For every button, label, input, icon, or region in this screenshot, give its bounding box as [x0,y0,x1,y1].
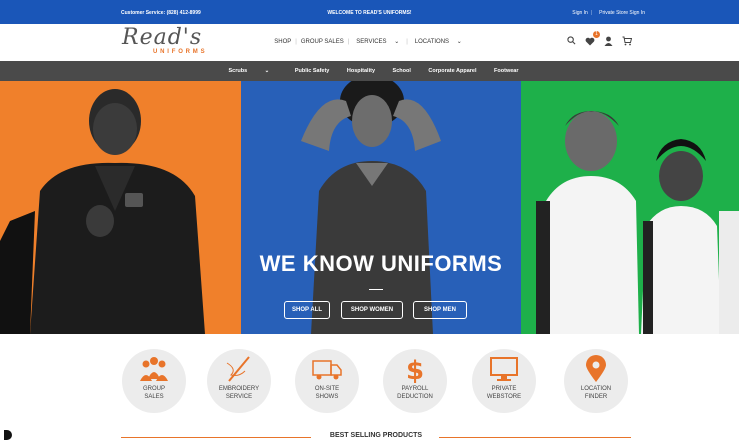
service-line-1: EMBROIDERY [218,386,260,392]
police-officer-image [0,89,205,334]
hero-panel-public-safety [0,81,241,334]
header-icons: 1 [567,31,667,49]
cat-footwear[interactable]: Footwear [494,68,518,74]
shop-men-button[interactable]: SHOP MEN [413,301,467,319]
account-links: Sign In | Private Store Sign In [569,10,645,16]
service-line-1: ON-SITE [314,386,340,392]
service-label: PAYROLL DEDUCTION [383,385,447,401]
service-group-sales[interactable]: GROUP SALES [122,349,186,413]
search-icon[interactable] [567,36,576,45]
account-icon[interactable] [604,36,613,46]
service-line-2: SERVICE [225,394,253,400]
service-line-1: PRIVATE [491,386,517,392]
cat-scrubs[interactable]: Scrubs ⌄ [220,68,277,74]
service-line-1: PAYROLL [401,386,429,392]
shop-all-button[interactable]: SHOP ALL [284,301,330,319]
cat-scrubs-label: Scrubs [228,68,248,74]
best-selling-title: BEST SELLING PRODUCTS [329,432,423,439]
service-on-site-shows[interactable]: ON-SITE SHOWS [295,349,359,413]
nav-locations-label: LOCATIONS [414,39,450,45]
nav-services[interactable]: SERVICES ⌄ [353,39,402,45]
site-header: Read's UNIFORMS SHOP | GROUP SALES | SERVICE… [0,24,739,61]
shop-women-button[interactable]: SHOP WOMEN [341,301,403,319]
logo-subtitle: UNIFORMS [153,49,208,55]
svg-text:$: $ [406,356,424,383]
hero-panel-school [521,81,739,334]
nav-services-label: SERVICES [356,39,387,45]
nav-locations[interactable]: LOCATIONS ⌄ [412,39,465,45]
service-label: ON-SITE SHOWS [295,385,359,401]
nav-divider: | [347,39,350,45]
cat-corporate-apparel[interactable]: Corporate Apparel [428,68,476,74]
chevron-down-icon: ⌄ [456,39,462,45]
chevron-down-icon: ⌄ [264,68,270,74]
chat-widget-tab[interactable] [4,430,12,440]
needle-icon [226,356,250,382]
cat-school[interactable]: School [393,68,411,74]
service-line-2: SALES [144,394,164,400]
map-pin-icon [586,355,606,382]
service-label: PRIVATE WEBSTORE [472,385,536,401]
cat-public-safety[interactable]: Public Safety [295,68,330,74]
service-line-2: SHOWS [315,394,339,400]
nav-group-sales[interactable]: GROUP SALES [301,39,344,45]
hero-title: WE KNOW UNIFORMS [259,251,503,276]
service-line-1: GROUP [142,386,165,392]
truck-icon [312,360,342,380]
service-label: GROUP SALES [122,385,186,401]
school-children-image [536,111,739,334]
sign-in-link[interactable]: Sign In [572,10,588,16]
service-label: EMBROIDERY SERVICE [207,385,271,401]
service-embroidery[interactable]: EMBROIDERY SERVICE [207,349,271,413]
link-divider: | [590,10,593,16]
hero-banner: WE KNOW UNIFORMS SHOP ALL SHOP WOMEN SHO… [0,81,739,334]
nav-divider: | [295,39,297,45]
service-line-1: LOCATION [580,386,612,392]
service-line-2: WEBSTORE [486,394,522,400]
hero-buttons: SHOP ALL SHOP WOMEN SHOP MEN [284,301,484,319]
hero-panel-scrubs [241,81,521,334]
monitor-icon [490,357,518,381]
service-line-2: FINDER [584,394,608,400]
dollar-icon: $ [406,356,424,383]
heart-icon[interactable] [585,37,595,46]
service-location-finder[interactable]: LOCATION FINDER [564,349,628,413]
private-store-sign-in-link[interactable]: Private Store Sign In [599,10,645,16]
service-label: LOCATION FINDER [564,385,628,401]
best-selling-heading: BEST SELLING PRODUCTS [121,432,631,444]
chevron-down-icon: ⌄ [394,39,400,45]
service-private-webstore[interactable]: PRIVATE WEBSTORE [472,349,536,413]
category-navigation: Scrubs ⌄ Public Safety Hospitality Schoo… [0,61,739,81]
hero-divider [369,289,383,290]
service-line-2: DEDUCTION [397,394,433,400]
nav-shop[interactable]: SHOP [274,39,291,45]
service-payroll-deduction[interactable]: $ PAYROLL DEDUCTION [383,349,447,413]
nav-divider: | [406,39,408,45]
wishlist-count-badge: 1 [593,31,600,38]
woman-in-scrubs-image [301,81,441,334]
cart-icon[interactable] [622,36,632,46]
group-icon [140,357,168,381]
top-announcement-bar: Customer Service: (828) 412-8999 WELCOME… [0,0,739,24]
cat-hospitality[interactable]: Hospitality [347,68,375,74]
